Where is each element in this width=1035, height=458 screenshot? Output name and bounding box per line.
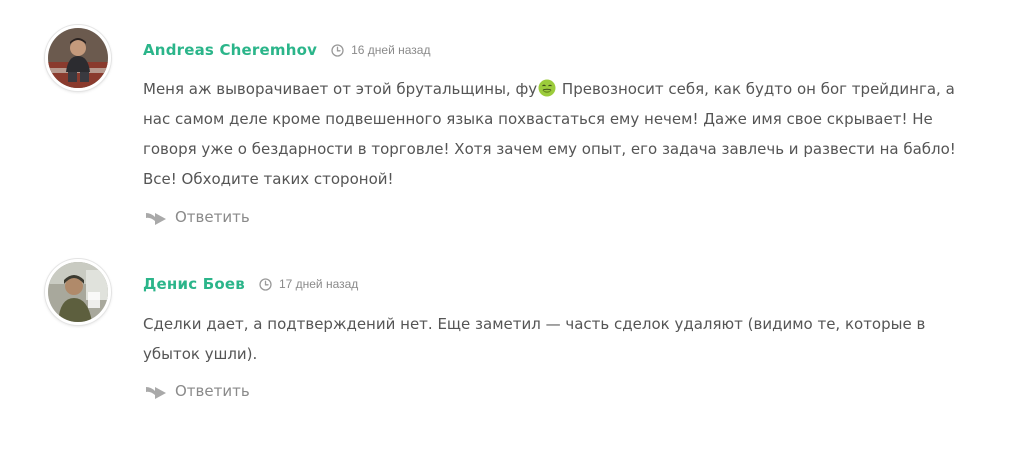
timestamp: 17 дней назад bbox=[259, 277, 358, 291]
user-photo-icon bbox=[48, 262, 108, 322]
comment-meta: Andreas Cheremhov 16 дней назад bbox=[143, 40, 430, 60]
timestamp: 16 дней назад bbox=[331, 43, 430, 57]
nauseated-face-icon bbox=[538, 77, 556, 97]
reply-label: Ответить bbox=[175, 382, 250, 400]
clock-icon bbox=[331, 43, 344, 57]
reply-button[interactable]: Ответить bbox=[145, 207, 250, 227]
time-text: 17 дней назад bbox=[278, 277, 359, 291]
reply-button[interactable]: Ответить bbox=[145, 381, 250, 401]
clock-icon bbox=[259, 277, 272, 291]
reply-label: Ответить bbox=[175, 208, 250, 226]
avatar[interactable] bbox=[45, 25, 111, 91]
user-photo-icon bbox=[48, 28, 108, 88]
reply-arrow-icon bbox=[145, 209, 167, 225]
comment-text-part: Меня аж выворачивает от этой брутальщины… bbox=[143, 80, 538, 98]
comment-text: Сделки дает, а подтверждений нет. Еще за… bbox=[143, 315, 926, 363]
author-name[interactable]: Andreas Cheremhov bbox=[143, 41, 317, 59]
author-name[interactable]: Денис Боев bbox=[143, 275, 245, 293]
comment-text: Меня аж выворачивает от этой брутальщины… bbox=[143, 74, 978, 194]
reply-arrow-icon bbox=[145, 383, 167, 399]
time-text: 16 дней назад bbox=[351, 43, 431, 57]
avatar[interactable] bbox=[45, 259, 111, 325]
comment-meta: Денис Боев 17 дней назад bbox=[143, 274, 358, 294]
